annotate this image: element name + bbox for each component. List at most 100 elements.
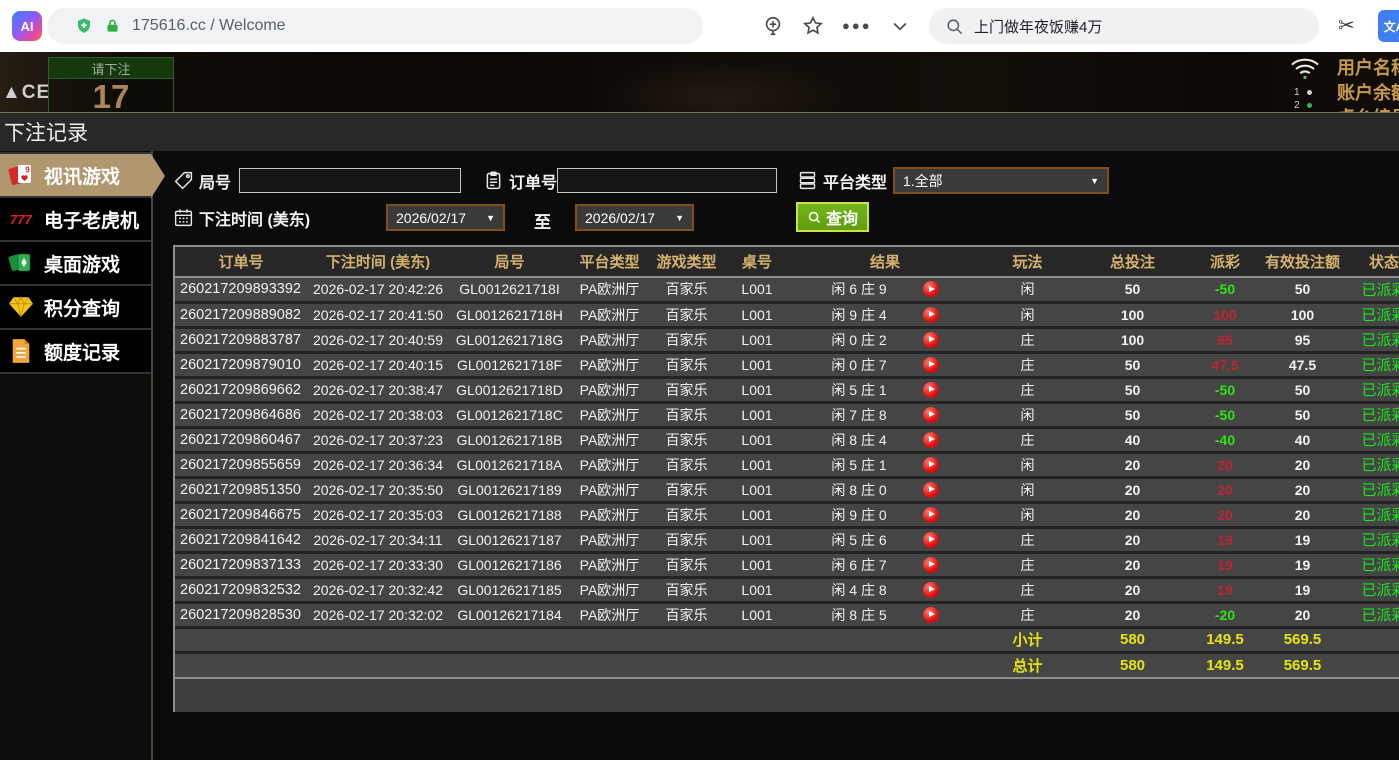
date-from-select[interactable]: 2026/02/17 ▼ bbox=[386, 204, 505, 231]
table-row: 260217209837133 2026-02-17 20:33:30 GL00… bbox=[175, 550, 1399, 577]
cell-result: 闲 6 庄 9 bbox=[790, 277, 980, 302]
replay-video-icon[interactable] bbox=[922, 281, 939, 298]
cell-bet-time: 2026-02-17 20:38:47 bbox=[307, 375, 449, 402]
browser-search-box[interactable]: 上门做年夜饭赚4万 bbox=[929, 8, 1319, 44]
sidebar-item-slots[interactable]: 777 电子老虎机 bbox=[0, 198, 151, 242]
cell-platform: PA欧洲厅 bbox=[570, 375, 649, 402]
cell-order-number: 260217209855659 bbox=[175, 450, 307, 477]
replay-video-icon[interactable] bbox=[922, 406, 939, 423]
total-label: 总计 bbox=[980, 650, 1075, 677]
more-menu-icon[interactable]: ●●● bbox=[842, 15, 872, 37]
replay-video-icon[interactable] bbox=[922, 531, 939, 548]
shield-plus-icon[interactable] bbox=[75, 17, 93, 35]
sidebar-item-label: 额度记录 bbox=[44, 342, 121, 364]
platform-type-select[interactable]: 1.全部 ▼ bbox=[893, 167, 1109, 194]
cell-platform: PA欧洲厅 bbox=[570, 300, 649, 327]
cell-valid-bet: 40 bbox=[1260, 425, 1345, 452]
sidebar-item-video-games[interactable]: 9 视讯游戏 bbox=[0, 154, 165, 198]
cell-total-bet: 20 bbox=[1075, 500, 1190, 527]
cell-round-number: GL0012621718A bbox=[449, 450, 570, 477]
sidebar-item-label: 桌面游戏 bbox=[44, 254, 121, 276]
query-button[interactable]: 查询 bbox=[796, 202, 870, 232]
cell-valid-bet: 19 bbox=[1260, 575, 1345, 602]
order-number-input[interactable] bbox=[557, 168, 777, 193]
username-label: 用户名称 bbox=[1337, 58, 1399, 78]
replay-video-icon[interactable] bbox=[922, 456, 939, 473]
screenshot-scissors-icon[interactable]: ✂ bbox=[1338, 13, 1355, 38]
cell-round-number: GL00126217184 bbox=[449, 600, 570, 627]
cell-table-number: L001 bbox=[724, 550, 790, 577]
round-number-input[interactable] bbox=[239, 168, 461, 193]
date-to-label: 至 bbox=[534, 213, 551, 232]
cell-payout: 19 bbox=[1190, 550, 1260, 577]
replay-video-icon[interactable] bbox=[922, 481, 939, 498]
cell-bet-time: 2026-02-17 20:35:50 bbox=[307, 475, 449, 502]
url-text[interactable]: 175616.cc / Welcome bbox=[132, 17, 286, 35]
cell-platform: PA欧洲厅 bbox=[570, 550, 649, 577]
total-valid: 569.5 bbox=[1260, 650, 1345, 677]
cell-total-bet: 20 bbox=[1075, 575, 1190, 602]
cell-order-number: 260217209828530 bbox=[175, 600, 307, 627]
replay-video-icon[interactable] bbox=[922, 331, 939, 348]
casino-brand-text: ▲CE bbox=[2, 82, 51, 103]
table-row: 260217209832532 2026-02-17 20:32:42 GL00… bbox=[175, 575, 1399, 602]
sidebar-item-table-games[interactable]: 桌面游戏 bbox=[0, 242, 151, 286]
cell-game-type: 百家乐 bbox=[649, 350, 724, 377]
table-row: 260217209864686 2026-02-17 20:38:03 GL00… bbox=[175, 400, 1399, 427]
replay-video-icon[interactable] bbox=[922, 606, 939, 623]
chevron-down-icon[interactable] bbox=[890, 16, 910, 36]
cell-play-type: 庄 bbox=[980, 350, 1075, 377]
green-cards-icon bbox=[6, 250, 36, 276]
collect-icon[interactable] bbox=[762, 15, 784, 37]
replay-video-icon[interactable] bbox=[922, 306, 939, 323]
cell-game-type: 百家乐 bbox=[649, 575, 724, 602]
cell-bet-time: 2026-02-17 20:32:42 bbox=[307, 575, 449, 602]
cell-platform: PA欧洲厅 bbox=[570, 500, 649, 527]
cell-total-bet: 100 bbox=[1075, 300, 1190, 327]
replay-video-icon[interactable] bbox=[922, 356, 939, 373]
cell-valid-bet: 19 bbox=[1260, 525, 1345, 552]
cell-status: 已派彩 bbox=[1345, 450, 1399, 477]
sidebar-item-label: 电子老虎机 bbox=[44, 210, 140, 232]
replay-video-icon[interactable] bbox=[922, 556, 939, 573]
cell-bet-time: 2026-02-17 20:35:03 bbox=[307, 500, 449, 527]
table-row: 260217209860467 2026-02-17 20:37:23 GL00… bbox=[175, 425, 1399, 452]
replay-video-icon[interactable] bbox=[922, 431, 939, 448]
cell-result: 闲 9 庄 4 bbox=[790, 300, 980, 327]
cell-platform: PA欧洲厅 bbox=[570, 425, 649, 452]
cell-round-number: GL0012621718G bbox=[449, 325, 570, 352]
tag-icon bbox=[173, 170, 194, 191]
svg-text:777: 777 bbox=[10, 212, 32, 227]
cell-status: 已派彩 bbox=[1345, 400, 1399, 427]
cell-payout: 20 bbox=[1190, 475, 1260, 502]
cell-payout: 47.5 bbox=[1190, 350, 1260, 377]
column-header: 游戏类型 bbox=[649, 247, 724, 278]
date-to-select[interactable]: 2026/02/17 ▼ bbox=[575, 204, 694, 231]
browser-ai-logo-icon[interactable]: AI bbox=[12, 11, 42, 41]
sidebar-item-quota-records[interactable]: 额度记录 bbox=[0, 330, 151, 374]
cell-bet-time: 2026-02-17 20:37:23 bbox=[307, 425, 449, 452]
star-bookmark-icon[interactable] bbox=[802, 15, 824, 37]
replay-video-icon[interactable] bbox=[922, 381, 939, 398]
replay-video-icon[interactable] bbox=[922, 581, 939, 598]
cell-platform: PA欧洲厅 bbox=[570, 575, 649, 602]
cell-table-number: L001 bbox=[724, 277, 790, 302]
cell-valid-bet: 20 bbox=[1260, 600, 1345, 627]
cell-total-bet: 20 bbox=[1075, 525, 1190, 552]
countdown-number: 17 bbox=[49, 79, 173, 112]
line-selector[interactable]: 1 2 bbox=[1294, 86, 1312, 112]
table-number-label: 桌台编号 bbox=[1337, 106, 1399, 112]
table-row: 260217209893392 2026-02-17 20:42:26 GL00… bbox=[175, 277, 1399, 302]
cell-order-number: 260217209864686 bbox=[175, 400, 307, 427]
cell-result: 闲 6 庄 7 bbox=[790, 550, 980, 577]
translate-icon[interactable]: 文A bbox=[1378, 10, 1399, 42]
address-bar[interactable]: 175616.cc / Welcome bbox=[47, 8, 703, 44]
cell-play-type: 闲 bbox=[980, 277, 1075, 302]
cell-game-type: 百家乐 bbox=[649, 600, 724, 627]
cell-status: 已派彩 bbox=[1345, 475, 1399, 502]
sidebar-item-points-query[interactable]: 积分查询 bbox=[0, 286, 151, 330]
cell-result: 闲 8 庄 5 bbox=[790, 600, 980, 627]
replay-video-icon[interactable] bbox=[922, 506, 939, 523]
cell-total-bet: 20 bbox=[1075, 600, 1190, 627]
column-header: 下注时间 (美东) bbox=[307, 247, 449, 278]
